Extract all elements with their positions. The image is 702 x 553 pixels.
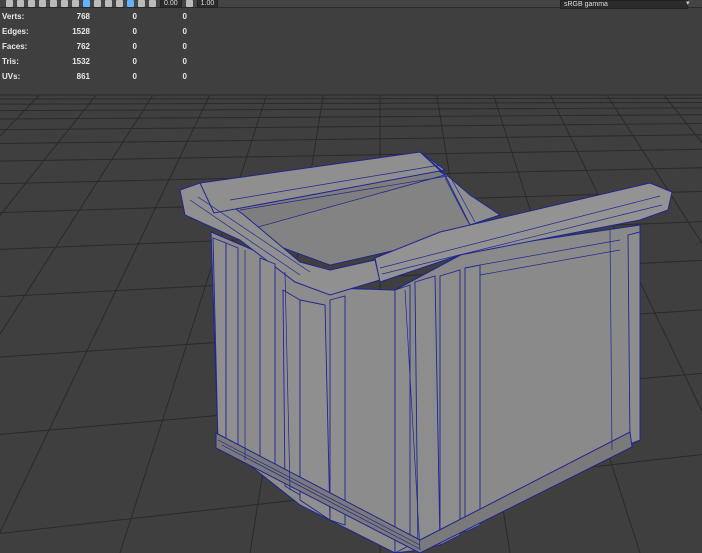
grid-line bbox=[0, 134, 702, 145]
hud-value: 1528 bbox=[72, 27, 90, 36]
grid-line bbox=[0, 94, 211, 534]
hud-label: Tris: bbox=[2, 57, 19, 66]
grid-line bbox=[0, 107, 702, 112]
hud-value: 0 bbox=[132, 42, 137, 51]
shaded-icon[interactable] bbox=[83, 0, 90, 7]
hud-row-uvs: UVs: 861 0 0 bbox=[2, 69, 187, 84]
hud-row-edges: Edges: 1528 0 0 bbox=[2, 24, 187, 39]
hud-value: 1532 bbox=[72, 57, 90, 66]
grid-line bbox=[0, 123, 702, 131]
hud-value: 0 bbox=[182, 57, 187, 66]
hud-value: 0 bbox=[182, 12, 187, 21]
grid-icon[interactable] bbox=[50, 0, 57, 7]
select-icon[interactable] bbox=[17, 0, 24, 7]
hud-value: 0 bbox=[182, 27, 187, 36]
hud-value: 0 bbox=[132, 57, 137, 66]
hud-value: 0 bbox=[132, 72, 137, 81]
gamma-field[interactable]: 1.00 bbox=[196, 0, 219, 8]
xray-icon[interactable] bbox=[127, 0, 134, 7]
hud-label: Verts: bbox=[2, 12, 25, 21]
hud-label: Edges: bbox=[2, 27, 29, 36]
hud-value: 0 bbox=[182, 42, 187, 51]
grid-line bbox=[0, 114, 702, 120]
isolate-icon[interactable] bbox=[138, 0, 145, 7]
lasso-icon[interactable] bbox=[28, 0, 35, 7]
hud-value: 0 bbox=[182, 72, 187, 81]
hud-value: 762 bbox=[76, 42, 90, 51]
gamma-icon[interactable] bbox=[185, 0, 193, 7]
hud-value: 768 bbox=[76, 12, 90, 21]
film-icon[interactable] bbox=[61, 0, 68, 7]
shadow-icon[interactable] bbox=[116, 0, 123, 7]
wireframe-icon[interactable] bbox=[72, 0, 79, 7]
chevron-down-icon[interactable]: ▾ bbox=[686, 0, 690, 7]
hud-row-tris: Tris: 1532 0 0 bbox=[2, 54, 187, 69]
hud-row-verts: Verts: 768 0 0 bbox=[2, 9, 187, 24]
hud-value: 0 bbox=[132, 12, 137, 21]
texture-icon[interactable] bbox=[94, 0, 101, 7]
hud-row-faces: Faces: 762 0 0 bbox=[2, 39, 187, 54]
viewport-toolbar: 0.00 1.00 sRGB gamma ▾ bbox=[0, 0, 702, 9]
light-icon[interactable] bbox=[105, 0, 112, 7]
exposure-icon[interactable] bbox=[149, 0, 156, 7]
hud-value: 0 bbox=[132, 27, 137, 36]
exposure-field[interactable]: 0.00 bbox=[160, 0, 182, 8]
color-space-dropdown[interactable]: sRGB gamma bbox=[560, 0, 688, 9]
hud-label: UVs: bbox=[2, 72, 21, 81]
grid-line bbox=[0, 148, 702, 162]
crate-mesh[interactable] bbox=[179, 151, 673, 553]
hud-label: Faces: bbox=[2, 42, 28, 51]
poly-count-hud: Verts: 768 0 0 Edges: 1528 0 0 Faces: 76… bbox=[2, 9, 187, 84]
camera-icon[interactable] bbox=[6, 0, 13, 7]
grid-line bbox=[0, 94, 97, 217]
grid-line bbox=[0, 97, 702, 100]
hud-value: 861 bbox=[76, 72, 90, 81]
grid-line bbox=[663, 94, 702, 144]
grid-line bbox=[0, 101, 702, 105]
paint-icon[interactable] bbox=[39, 0, 46, 7]
